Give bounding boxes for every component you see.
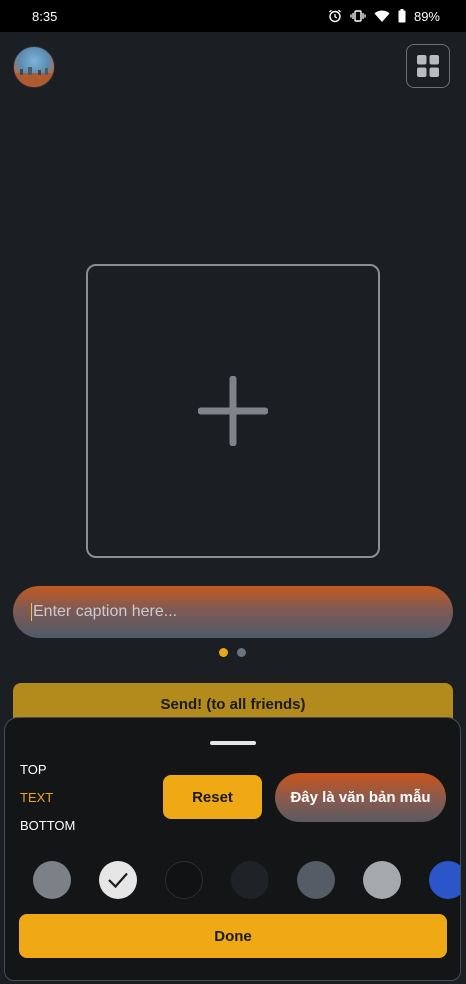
grid-icon	[417, 55, 439, 77]
status-icons: 89%	[328, 9, 440, 24]
plus-icon	[198, 376, 268, 446]
caption-field[interactable]	[13, 586, 453, 638]
battery-percent: 89%	[413, 8, 440, 24]
color-swatch[interactable]	[363, 861, 401, 899]
page-indicator	[219, 648, 246, 657]
text-style-preview[interactable]: Đây là văn bản mẫu	[275, 773, 446, 822]
grid-view-button[interactable]	[406, 44, 450, 88]
text-caret	[31, 603, 32, 621]
color-swatch[interactable]	[429, 861, 460, 899]
avatar-image	[14, 67, 54, 87]
page-dot-2[interactable]	[237, 648, 246, 657]
position-option-text[interactable]: TEXT	[20, 790, 75, 818]
position-option-bottom[interactable]: BOTTOM	[20, 818, 75, 846]
color-swatch[interactable]	[165, 861, 203, 899]
text-style-sheet: TOP TEXT BOTTOM Reset Đây là văn bản mẫu…	[4, 717, 461, 981]
reset-button[interactable]: Reset	[163, 775, 262, 819]
color-swatch-row	[5, 861, 460, 901]
alarm-icon	[329, 9, 341, 23]
color-swatch-selected[interactable]	[99, 861, 137, 899]
position-option-top[interactable]: TOP	[20, 762, 75, 790]
done-button[interactable]: Done	[19, 914, 447, 958]
user-avatar[interactable]	[13, 46, 55, 88]
color-swatch[interactable]	[231, 861, 269, 899]
add-media-box[interactable]	[86, 264, 380, 558]
wifi-icon	[374, 10, 390, 22]
page-dot-1[interactable]	[219, 648, 228, 657]
color-swatch[interactable]	[297, 861, 335, 899]
color-swatch[interactable]	[33, 861, 71, 899]
sheet-drag-handle[interactable]	[210, 741, 256, 745]
battery-icon	[398, 9, 406, 23]
text-position-list: TOP TEXT BOTTOM	[20, 762, 75, 846]
caption-input[interactable]	[33, 603, 413, 621]
status-bar: 8:35 89%	[0, 0, 466, 32]
checkmark-icon	[108, 872, 128, 889]
vibrate-icon	[350, 10, 366, 22]
status-time: 8:35	[32, 8, 58, 24]
